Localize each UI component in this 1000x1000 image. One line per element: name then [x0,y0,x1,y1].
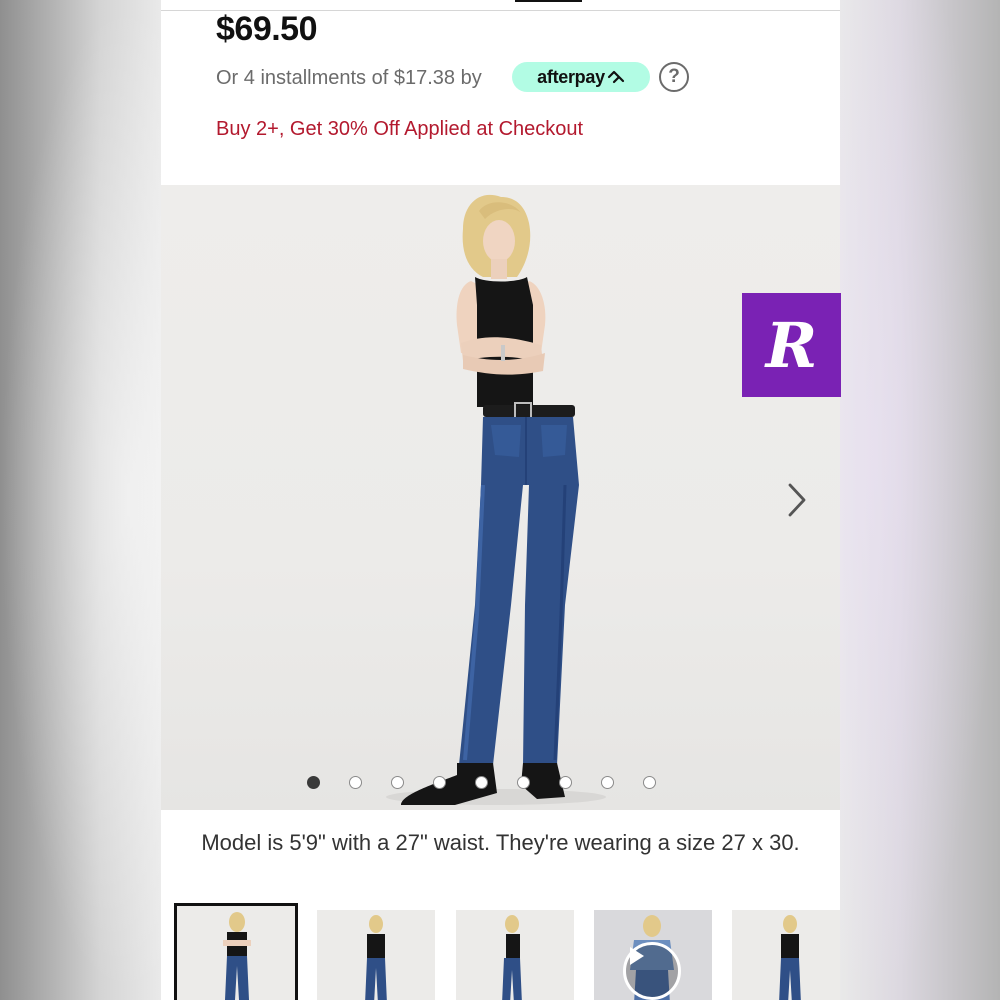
promo-message: Buy 2+, Get 30% Off Applied at Checkout [216,118,584,140]
background-right [840,0,1000,1000]
carousel-dot[interactable] [307,775,320,789]
carousel-dot[interactable] [559,775,572,789]
thumbnail-1[interactable] [174,903,298,1000]
background-left [0,0,161,1000]
play-icon [630,947,644,965]
product-price: $69.50 [216,10,318,48]
afterpay-label: afterpay [537,66,605,87]
thumbnail-3[interactable] [456,910,574,1000]
product-image-carousel[interactable] [161,185,840,810]
help-icon[interactable]: ? [659,62,689,92]
installments-text: Or 4 installments of $17.38 by [216,66,482,89]
thumbnail-4-video[interactable] [594,910,712,1000]
thumbnail-image [223,912,251,1000]
model-size-caption: Model is 5'9" with a 27" waist. They're … [201,830,800,855]
afterpay-badge[interactable]: afterpay [512,62,650,92]
thumbnail-image [502,915,522,1000]
thumbnail-5[interactable] [732,910,840,1000]
product-page: $69.50 Or 4 installments of $17.38 by af… [161,0,840,1000]
carousel-dot[interactable] [391,775,404,789]
product-main-image [386,194,606,805]
chevron-right-icon [788,483,806,517]
thumbnail-image [365,915,387,1000]
carousel-pagination [307,773,697,791]
carousel-dot[interactable] [349,775,362,789]
carousel-dot[interactable] [475,775,488,789]
carousel-dot[interactable] [643,775,656,789]
carousel-dot[interactable] [601,775,614,789]
thumbnail-2[interactable] [317,910,435,1000]
active-tab-indicator [515,0,582,2]
r-app-badge[interactable]: R [742,293,841,397]
thumbnail-strip [174,903,840,1000]
next-image-button[interactable] [781,480,813,520]
play-video-button[interactable] [623,942,681,1000]
carousel-dot[interactable] [433,775,446,789]
carousel-dot[interactable] [517,775,530,789]
thumbnail-image [779,915,801,1000]
afterpay-logo-icon [607,70,624,84]
